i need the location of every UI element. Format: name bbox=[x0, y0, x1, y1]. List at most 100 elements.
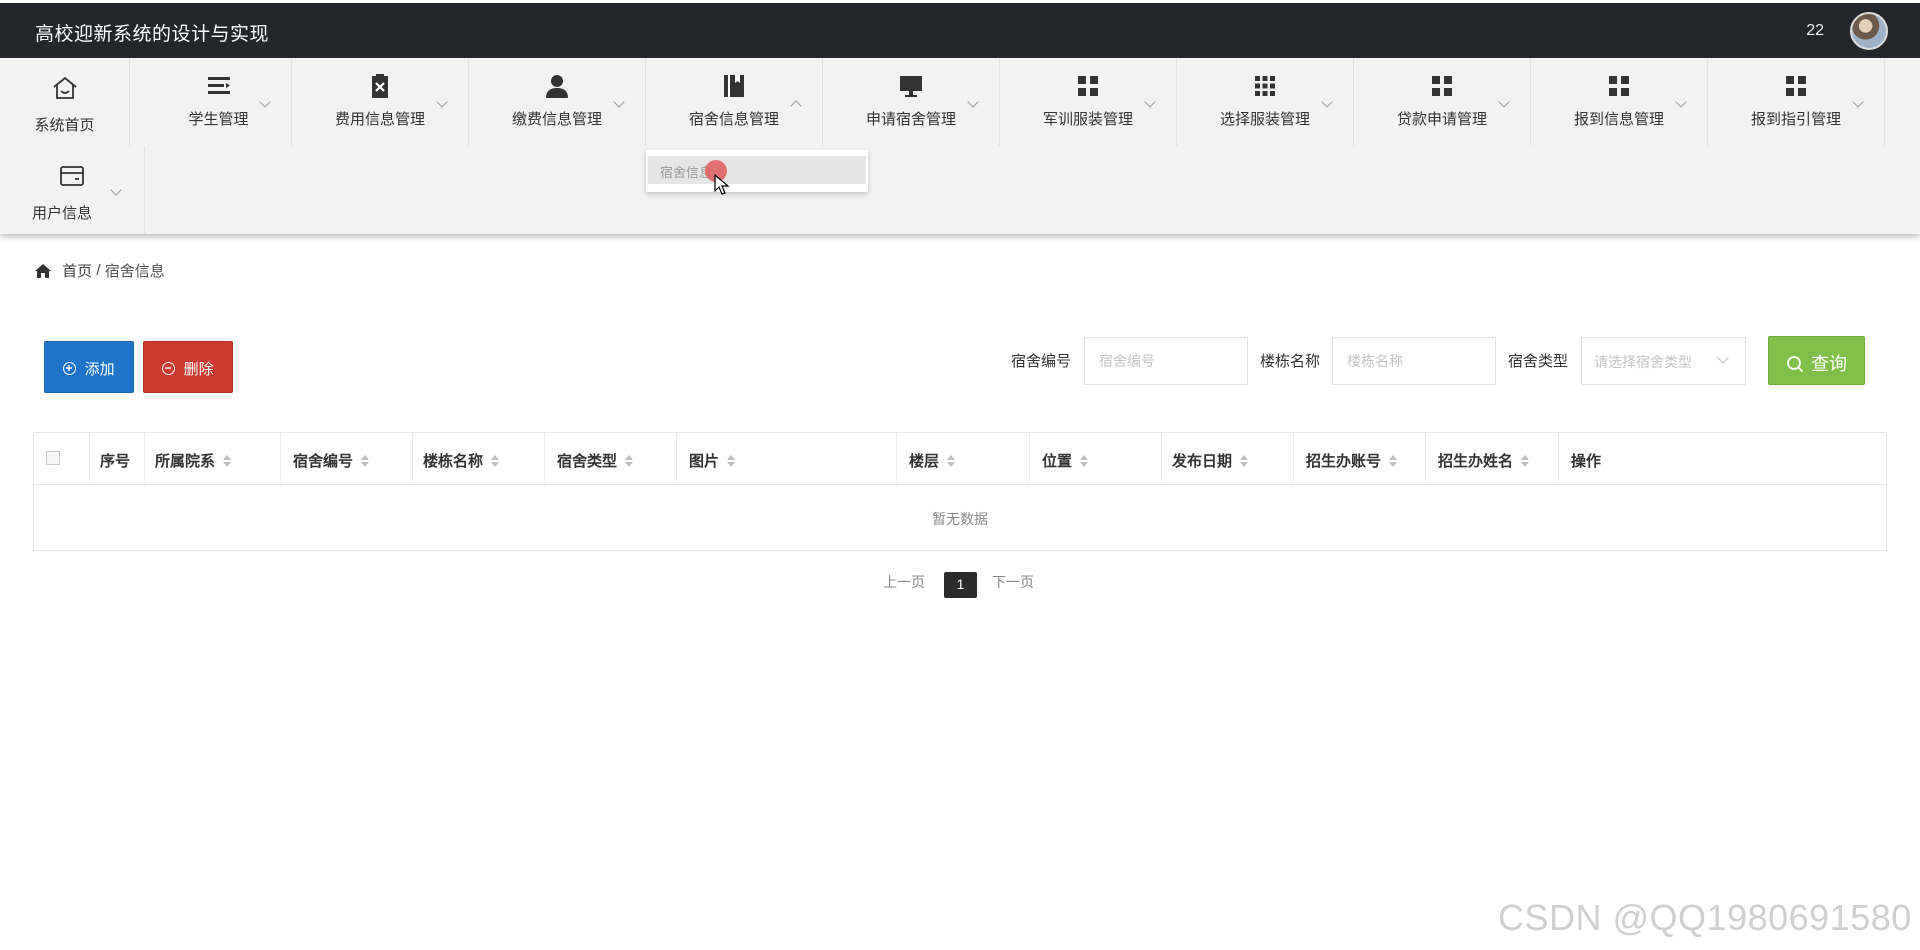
col-index: 序号 bbox=[90, 433, 145, 485]
sort-icon[interactable] bbox=[1521, 455, 1530, 467]
user-name[interactable]: 22 bbox=[1806, 22, 1824, 40]
sort-icon[interactable] bbox=[1240, 455, 1249, 467]
prev-page-link[interactable]: 上一页 bbox=[883, 572, 925, 592]
chevron-down-icon bbox=[967, 96, 979, 108]
col-dorm-type-label: 宿舍类型 bbox=[557, 453, 618, 470]
nav-checkin-info[interactable]: 报到信息管理 bbox=[1531, 58, 1708, 146]
page-number-current[interactable]: 1 bbox=[944, 572, 977, 598]
avatar[interactable] bbox=[1850, 12, 1888, 50]
breadcrumb-current: 宿舍信息 bbox=[104, 263, 165, 280]
col-dorm-type[interactable]: 宿舍类型 bbox=[545, 433, 677, 485]
dorm-type-label: 宿舍类型 bbox=[1508, 353, 1569, 370]
dropdown-item-dorm-info[interactable]: 宿舍信息 bbox=[648, 156, 866, 184]
add-button[interactable]: 添加 bbox=[44, 341, 134, 393]
col-image-label: 图片 bbox=[689, 453, 720, 470]
delete-button[interactable]: 删除 bbox=[143, 341, 233, 393]
nav-fee-info-label: 费用信息管理 bbox=[334, 111, 425, 128]
grid-icon bbox=[1609, 76, 1629, 96]
empty-state: 暂无数据 bbox=[932, 511, 988, 527]
nav-home[interactable]: 系统首页 bbox=[0, 58, 130, 146]
col-admission-account[interactable]: 招生办账号 bbox=[1294, 433, 1426, 485]
room-no-input[interactable] bbox=[1084, 337, 1248, 385]
sort-icon[interactable] bbox=[727, 455, 736, 467]
app-title: 高校迎新系统的设计与实现 bbox=[35, 24, 270, 45]
col-admission-name-label: 招生办姓名 bbox=[1438, 453, 1514, 470]
col-actions: 操作 bbox=[1559, 433, 1886, 485]
nav-student-label: 学生管理 bbox=[188, 111, 249, 128]
top-header: 高校迎新系统的设计与实现 22 bbox=[0, 3, 1920, 58]
select-all-checkbox[interactable] bbox=[46, 451, 60, 465]
col-actions-label: 操作 bbox=[1571, 453, 1602, 470]
nav-uniform[interactable]: 军训服装管理 bbox=[1000, 58, 1177, 146]
chevron-down-icon bbox=[1321, 96, 1333, 108]
nav-dorm-apply-label: 申请宿舍管理 bbox=[865, 111, 956, 128]
grid-icon bbox=[1432, 76, 1452, 96]
user-icon bbox=[546, 75, 568, 98]
nav-checkin-info-label: 报到信息管理 bbox=[1573, 111, 1664, 128]
home-icon[interactable] bbox=[34, 263, 52, 279]
breadcrumb-home[interactable]: 首页 bbox=[62, 263, 92, 280]
sort-icon[interactable] bbox=[947, 455, 956, 467]
nav-loan[interactable]: 贷款申请管理 bbox=[1354, 58, 1531, 146]
nav-dorm-apply[interactable]: 申请宿舍管理 bbox=[823, 58, 1000, 146]
add-button-label: 添加 bbox=[84, 361, 115, 378]
col-index-label: 序号 bbox=[100, 453, 131, 470]
list-icon bbox=[207, 77, 230, 94]
col-room-no[interactable]: 宿舍编号 bbox=[281, 433, 413, 485]
chevron-down-icon bbox=[436, 96, 448, 108]
col-room-no-label: 宿舍编号 bbox=[293, 453, 354, 470]
building-label: 楼栋名称 bbox=[1260, 353, 1321, 370]
nav-home-label: 系统首页 bbox=[34, 117, 95, 134]
nav-checkin-guide[interactable]: 报到指引管理 bbox=[1708, 58, 1885, 146]
chevron-down-icon bbox=[613, 96, 625, 108]
dorm-type-select[interactable]: 请选择宿舍类型 bbox=[1581, 337, 1746, 385]
plus-circle-icon bbox=[63, 362, 77, 375]
nav-loan-label: 贷款申请管理 bbox=[1396, 111, 1487, 128]
col-location-label: 位置 bbox=[1042, 453, 1073, 470]
nav-select-uniform-label: 选择服装管理 bbox=[1219, 111, 1310, 128]
building-input[interactable] bbox=[1332, 337, 1496, 385]
query-button[interactable]: 查询 bbox=[1768, 336, 1865, 385]
col-floor[interactable]: 楼层 bbox=[897, 433, 1030, 485]
home-icon bbox=[52, 76, 77, 99]
grid-icon bbox=[1078, 76, 1098, 96]
book-icon bbox=[724, 75, 744, 97]
sort-icon[interactable] bbox=[1080, 455, 1089, 467]
nav-fee-info[interactable]: 费用信息管理 bbox=[292, 58, 469, 146]
col-image[interactable]: 图片 bbox=[677, 433, 897, 485]
nav-user-info[interactable]: 用户信息 bbox=[0, 146, 145, 234]
table-header: 序号 所属院系 宿舍编号 楼栋名称 宿舍类型 图片 楼层 位置 发布日期 招生办… bbox=[34, 433, 1886, 485]
main-nav: 系统首页 学生管理 费用信息管理 缴费信息管理 宿舍信息管理 申请宿舍管理 军训… bbox=[0, 58, 1920, 234]
chevron-down-icon bbox=[1675, 96, 1687, 108]
nav-student[interactable]: 学生管理 bbox=[146, 58, 292, 146]
col-publish-date[interactable]: 发布日期 bbox=[1162, 433, 1294, 485]
col-building-label: 楼栋名称 bbox=[423, 453, 484, 470]
next-page-link[interactable]: 下一页 bbox=[992, 572, 1034, 592]
col-department[interactable]: 所属院系 bbox=[145, 433, 281, 485]
grid-9-icon bbox=[1255, 76, 1275, 96]
watermark: CSDN @QQ1980691580 bbox=[1498, 897, 1912, 938]
col-admission-name[interactable]: 招生办姓名 bbox=[1426, 433, 1559, 485]
sort-icon[interactable] bbox=[1389, 455, 1398, 467]
chevron-down-icon bbox=[1717, 352, 1729, 364]
room-no-label: 宿舍编号 bbox=[1011, 353, 1072, 370]
col-location[interactable]: 位置 bbox=[1030, 433, 1162, 485]
sort-icon[interactable] bbox=[223, 455, 232, 467]
sort-icon[interactable] bbox=[625, 455, 634, 467]
nav-user-info-label: 用户信息 bbox=[31, 205, 92, 222]
nav-select-uniform[interactable]: 选择服装管理 bbox=[1177, 58, 1354, 146]
sort-icon[interactable] bbox=[361, 455, 370, 467]
chevron-down-icon bbox=[110, 184, 122, 196]
sort-icon[interactable] bbox=[491, 455, 500, 467]
nav-uniform-label: 军训服装管理 bbox=[1042, 111, 1133, 128]
nav-checkin-guide-label: 报到指引管理 bbox=[1750, 111, 1841, 128]
dorm-type-placeholder: 请选择宿舍类型 bbox=[1594, 354, 1692, 370]
col-department-label: 所属院系 bbox=[155, 453, 216, 470]
nav-dorm-info[interactable]: 宿舍信息管理 bbox=[646, 58, 823, 146]
chevron-down-icon bbox=[1498, 96, 1510, 108]
chevron-down-icon bbox=[1144, 96, 1156, 108]
nav-payment-info[interactable]: 缴费信息管理 bbox=[469, 58, 646, 146]
delete-button-label: 删除 bbox=[183, 361, 214, 378]
col-building[interactable]: 楼栋名称 bbox=[413, 433, 545, 485]
dorm-dropdown-menu: 宿舍信息 bbox=[646, 150, 868, 192]
